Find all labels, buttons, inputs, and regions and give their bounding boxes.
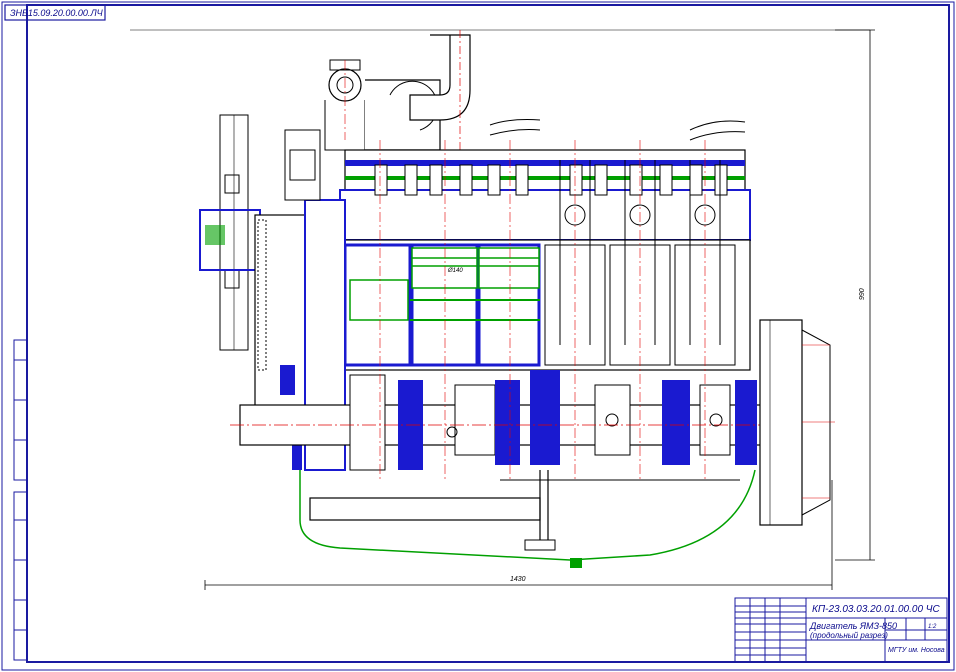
engine-section: Ø140	[199, 30, 835, 568]
top-left-stamp-text: ЗНБ15.09.20.00.00.ЛЧ	[10, 8, 104, 18]
overall-length-dimension: 1430	[510, 576, 526, 583]
drawing-name-line2: (продольный разрез)	[810, 631, 888, 640]
left-margin-strips	[13, 339, 28, 661]
bore-dimension: Ø140	[447, 268, 463, 274]
drawing-name-line1: Двигатель ЯМЗ-850	[809, 621, 897, 631]
turbocharger	[324, 30, 471, 151]
front-fan	[199, 114, 261, 351]
drawing-scale: 1:2	[928, 624, 937, 630]
breather-hoses	[489, 119, 746, 141]
top-left-stamp: ЗНБ15.09.20.00.00.ЛЧ	[4, 4, 106, 21]
flywheel-housing	[759, 319, 835, 526]
oil-sump	[299, 469, 756, 568]
cylinder-head	[339, 149, 751, 241]
engine-drawing-sheet: ЗНБ15.09.20.00.00.ЛЧ 1430 990 Ø140 КП-23…	[1, 1, 955, 671]
overall-height-dimension: 990	[859, 288, 866, 300]
organisation: МГТУ им. Носова	[888, 647, 945, 654]
document-code: КП-23.03.03.20.01.00.00 ЧС	[812, 604, 941, 615]
